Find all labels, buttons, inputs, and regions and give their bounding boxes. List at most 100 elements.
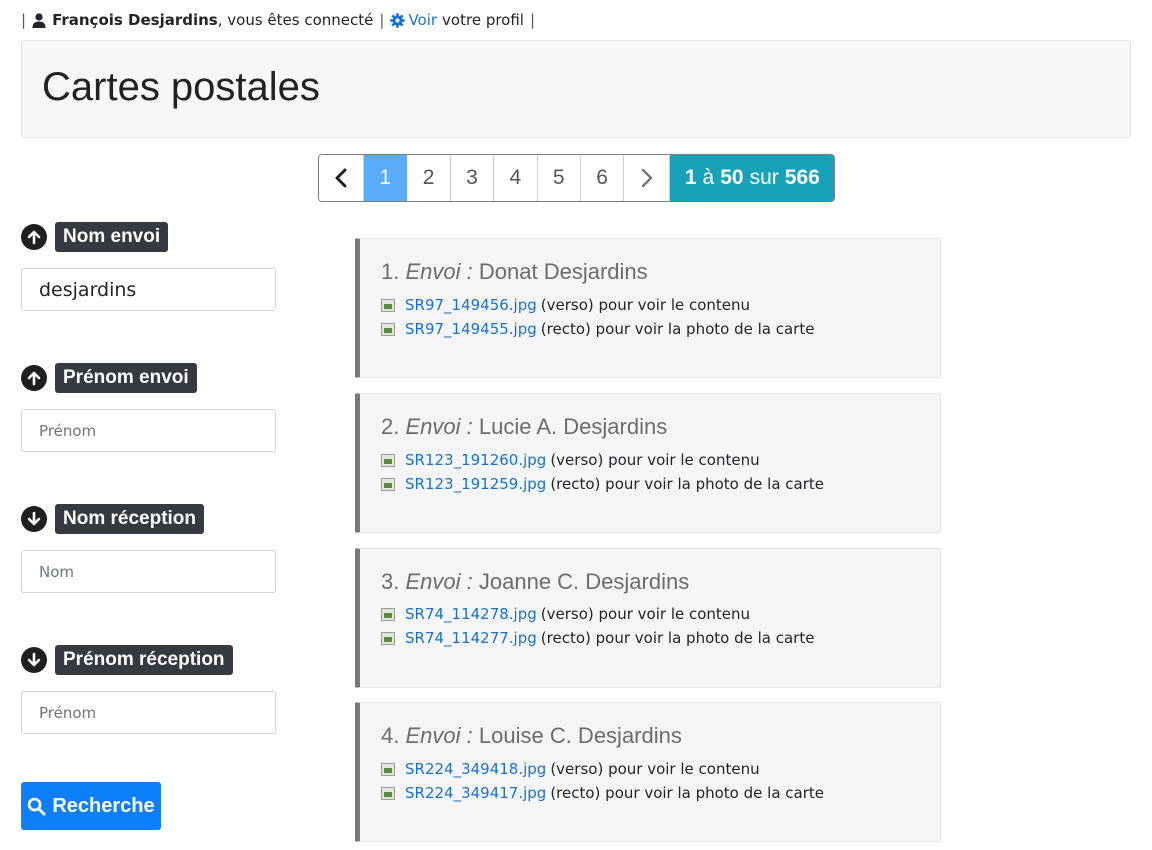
image-file-icon bbox=[381, 762, 395, 776]
verso-file-link[interactable]: SR74_114278.jpg bbox=[405, 605, 537, 623]
recto-line: SR74_114277.jpg (recto) pour voir la pho… bbox=[381, 629, 814, 647]
verso-line: SR74_114278.jpg (verso) pour voir le con… bbox=[381, 605, 750, 623]
filter-label: Prénom envoi bbox=[55, 363, 197, 393]
nom-reception-input[interactable] bbox=[21, 550, 276, 593]
result-label: Envoi : bbox=[405, 569, 473, 594]
sender-name: Joanne C. Desjardins bbox=[478, 569, 690, 594]
arrow-circle-up-icon[interactable] bbox=[21, 365, 47, 391]
filter-label: Nom envoi bbox=[55, 222, 169, 252]
profile-link[interactable]: Voir bbox=[390, 9, 437, 31]
image-file-icon bbox=[381, 477, 395, 491]
verso-line: SR123_191260.jpg (verso) pour voir le co… bbox=[381, 451, 760, 469]
result-label: Envoi : bbox=[405, 259, 473, 284]
recto-text: (recto) pour voir la photo de la carte bbox=[550, 784, 824, 802]
arrow-circle-down-icon[interactable] bbox=[21, 647, 47, 673]
verso-text: (verso) pour voir le contenu bbox=[540, 605, 751, 623]
page-3-button[interactable]: 3 bbox=[450, 155, 495, 201]
recto-text: (recto) pour voir la photo de la carte bbox=[540, 629, 815, 647]
arrow-circle-down-icon[interactable] bbox=[21, 506, 47, 532]
page-4-button[interactable]: 4 bbox=[494, 155, 538, 201]
verso-file-link[interactable]: SR123_191260.jpg bbox=[405, 451, 546, 469]
prenom-reception-input[interactable] bbox=[21, 691, 276, 734]
result-card: 1. Envoi : Donat Desjardins SR97_149456.… bbox=[355, 238, 941, 378]
nom-envoi-input[interactable] bbox=[21, 268, 276, 311]
recto-file-link[interactable]: SR123_191259.jpg bbox=[405, 475, 546, 493]
image-file-icon bbox=[381, 607, 395, 621]
total-sep: sur bbox=[749, 166, 779, 189]
recto-line: SR97_149455.jpg (recto) pour voir la pho… bbox=[381, 320, 814, 338]
verso-line: SR97_149456.jpg (verso) pour voir le con… bbox=[381, 296, 750, 314]
filter-label: Nom réception bbox=[55, 504, 205, 534]
connected-text: , vous êtes connecté bbox=[217, 11, 374, 29]
result-index: 1. bbox=[381, 259, 400, 284]
result-card: 2. Envoi : Lucie A. Desjardins SR123_191… bbox=[355, 393, 941, 533]
verso-line: SR224_349418.jpg (verso) pour voir le co… bbox=[381, 760, 760, 778]
verso-file-link[interactable]: SR224_349418.jpg bbox=[405, 760, 546, 778]
sender-name: Louise C. Desjardins bbox=[478, 723, 682, 748]
search-icon bbox=[28, 797, 46, 816]
result-title: 1. Envoi : Donat Desjardins bbox=[381, 259, 648, 285]
filter-prenom-reception: Prénom réception bbox=[21, 645, 233, 675]
filter-label: Prénom réception bbox=[55, 645, 233, 675]
page-header: Cartes postales bbox=[21, 40, 1131, 138]
profile-text: votre profil bbox=[442, 11, 524, 29]
recto-line: SR224_349417.jpg (recto) pour voir la ph… bbox=[381, 784, 824, 802]
page-title: Cartes postales bbox=[42, 65, 320, 109]
verso-text: (verso) pour voir le contenu bbox=[550, 760, 760, 778]
result-label: Envoi : bbox=[405, 723, 473, 748]
sender-name: Donat Desjardins bbox=[478, 259, 648, 284]
result-title: 2. Envoi : Lucie A. Desjardins bbox=[381, 414, 667, 440]
previous-page-button[interactable] bbox=[319, 155, 364, 201]
recto-text: (recto) pour voir la photo de la carte bbox=[540, 320, 815, 338]
verso-text: (verso) pour voir le contenu bbox=[540, 296, 751, 314]
result-card: 3. Envoi : Joanne C. Desjardins SR74_114… bbox=[355, 548, 941, 688]
page-2-button[interactable]: 2 bbox=[407, 155, 451, 201]
separator: | bbox=[379, 11, 385, 29]
chevron-left-icon bbox=[335, 168, 347, 188]
gear-icon bbox=[390, 12, 406, 28]
user-bar: | François Desjardins , vous êtes connec… bbox=[21, 9, 535, 31]
page-6-button[interactable]: 6 bbox=[580, 155, 625, 201]
result-title: 3. Envoi : Joanne C. Desjardins bbox=[381, 569, 689, 595]
filter-nom-reception: Nom réception bbox=[21, 504, 205, 534]
filter-prenom-envoi: Prénom envoi bbox=[21, 363, 197, 393]
page-5-button[interactable]: 5 bbox=[537, 155, 581, 201]
result-card: 4. Envoi : Louise C. Desjardins SR224_34… bbox=[355, 702, 941, 842]
separator: | bbox=[21, 11, 27, 29]
recto-line: SR123_191259.jpg (recto) pour voir la ph… bbox=[381, 475, 824, 493]
separator: | bbox=[529, 11, 536, 29]
result-index: 4. bbox=[381, 723, 400, 748]
search-button-label[interactable]: Recherche bbox=[52, 795, 154, 818]
verso-text: (verso) pour voir le contenu bbox=[550, 451, 760, 469]
search-button[interactable]: Recherche bbox=[21, 782, 161, 830]
chevron-right-icon bbox=[641, 168, 653, 188]
user-name: François Desjardins bbox=[52, 11, 218, 29]
result-count: 1 à 50 sur 566 bbox=[670, 155, 835, 201]
filter-nom-envoi: Nom envoi bbox=[21, 222, 169, 252]
recto-text: (recto) pour voir la photo de la carte bbox=[550, 475, 824, 493]
next-page-button[interactable] bbox=[624, 155, 671, 201]
image-file-icon bbox=[381, 453, 395, 467]
image-file-icon bbox=[381, 298, 395, 312]
recto-file-link[interactable]: SR97_149455.jpg bbox=[405, 320, 537, 338]
image-file-icon bbox=[381, 786, 395, 800]
range-sep: à bbox=[702, 166, 715, 189]
verso-file-link[interactable]: SR97_149456.jpg bbox=[405, 296, 537, 314]
result-index: 2. bbox=[381, 414, 400, 439]
pagination: 1 2 3 4 5 6 1 à 50 sur 566 bbox=[318, 154, 836, 202]
sender-name: Lucie A. Desjardins bbox=[478, 414, 668, 439]
prenom-envoi-input[interactable] bbox=[21, 409, 276, 452]
recto-file-link[interactable]: SR224_349417.jpg bbox=[405, 784, 546, 802]
result-title: 4. Envoi : Louise C. Desjardins bbox=[381, 723, 682, 749]
arrow-circle-up-icon[interactable] bbox=[21, 224, 47, 250]
result-label: Envoi : bbox=[405, 414, 473, 439]
total-count: 566 bbox=[784, 166, 820, 189]
image-file-icon bbox=[381, 322, 395, 336]
range-from: 1 bbox=[684, 166, 697, 189]
page-1-button[interactable]: 1 bbox=[364, 155, 408, 201]
profile-link-label[interactable]: Voir bbox=[408, 9, 437, 31]
image-file-icon bbox=[381, 631, 395, 645]
recto-file-link[interactable]: SR74_114277.jpg bbox=[405, 629, 537, 647]
range-to: 50 bbox=[720, 166, 744, 189]
user-icon bbox=[32, 12, 46, 28]
